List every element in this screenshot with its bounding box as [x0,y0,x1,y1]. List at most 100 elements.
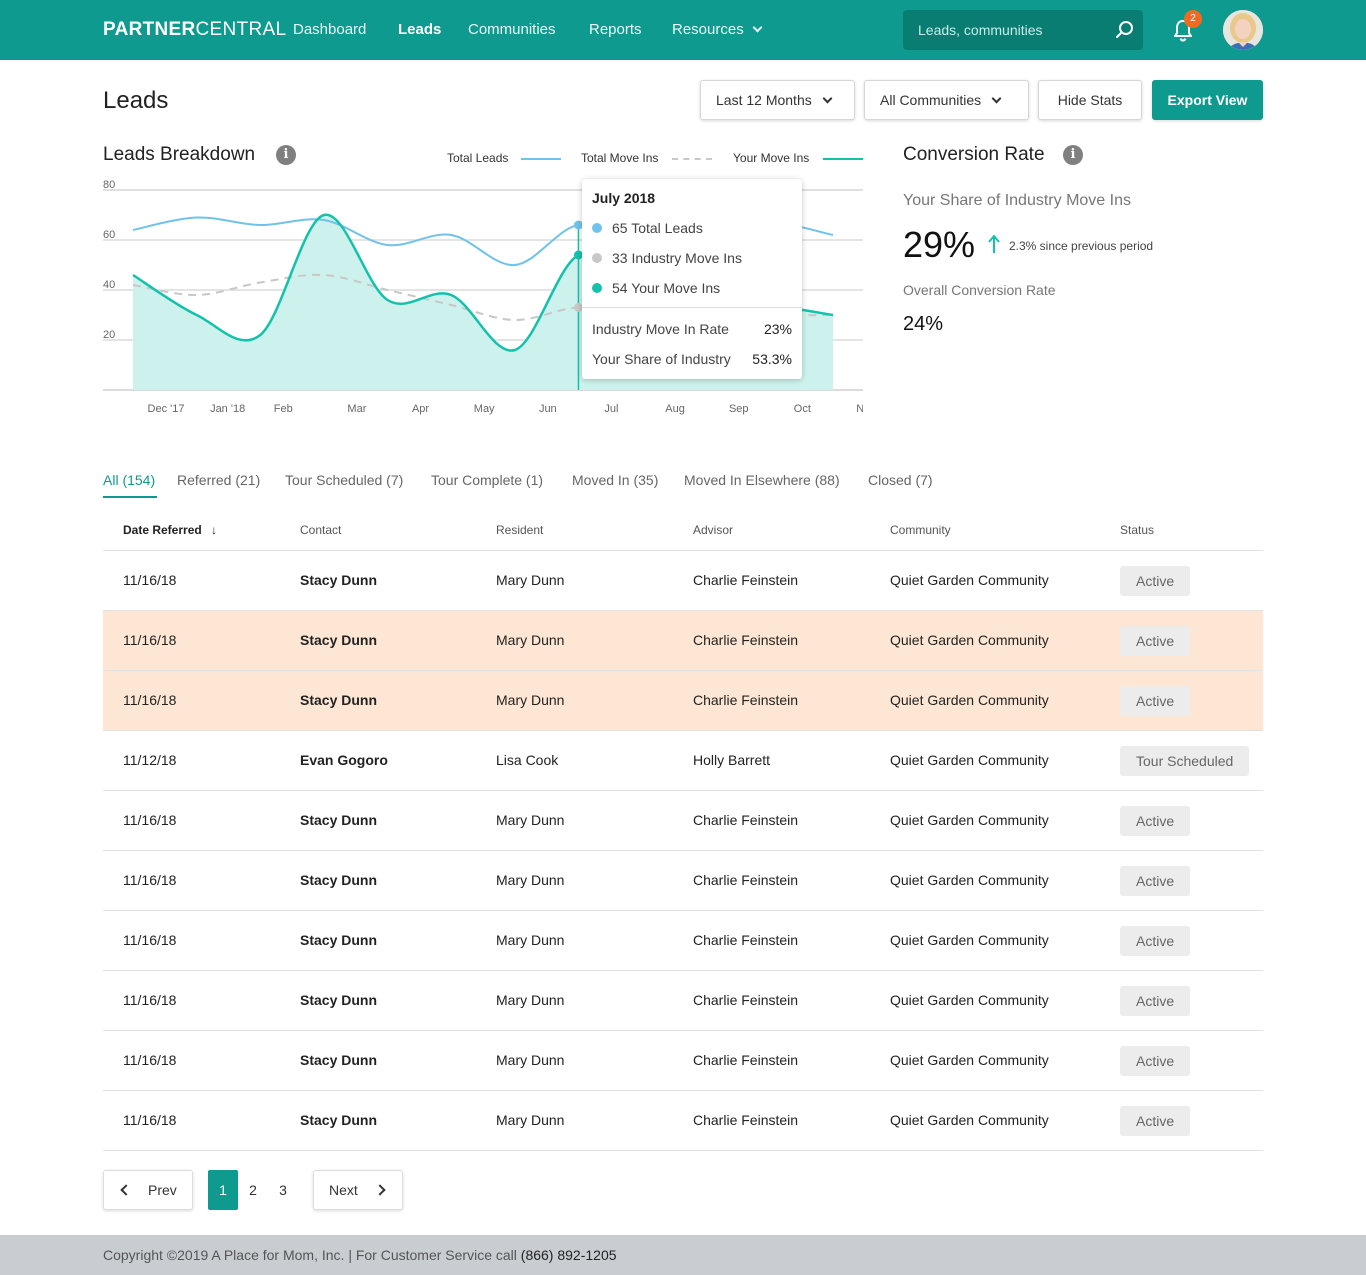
cell-community: Quiet Garden Community [890,812,1049,828]
tooltip-share-value: 53.3% [752,351,792,367]
table-row[interactable]: 11/16/18 Stacy Dunn Mary Dunn Charlie Feins… [103,911,1263,971]
overall-conversion-label: Overall Conversion Rate [903,282,1056,298]
cell-date-referred: 11/16/18 [123,1112,177,1128]
cell-advisor: Charlie Feinstein [693,692,799,708]
community-dropdown[interactable]: All Communities [864,80,1029,120]
x-tick-label: Jul [604,403,618,415]
status-badge: Active [1120,686,1191,716]
page-3-button[interactable]: 3 [268,1170,298,1210]
nav-dashboard[interactable]: Dashboard [293,21,366,38]
next-page-button[interactable]: Next [313,1170,403,1210]
legend-your-move-ins-swatch [823,158,863,160]
partner-central-logo[interactable]: PARTNERCENTRAL [103,19,286,41]
cell-advisor: Charlie Feinstein [693,572,799,588]
search-box [903,10,1143,50]
table-row[interactable]: 11/16/18 Stacy Dunn Mary Dunn Charlie Feins… [103,1091,1263,1151]
chevron-down-icon [752,22,763,33]
chevron-right-icon [374,1184,386,1196]
cell-date-referred: 11/16/18 [123,872,177,888]
cell-resident: Mary Dunn [496,572,565,588]
y-tick-label: 40 [103,279,115,291]
x-tick-label: Feb [274,403,293,415]
total-leads-dot [592,223,602,233]
table-row[interactable]: 11/16/18 Stacy Dunn Mary Dunn Charlie Feins… [103,551,1263,611]
column-header-community[interactable]: Community [890,523,951,537]
prev-page-button[interactable]: Prev [103,1170,193,1210]
cell-contact: Stacy Dunn [300,1112,378,1128]
legend-total-leads-swatch [521,158,561,160]
leads-breakdown-title: Leads Breakdown [103,144,256,165]
tab-all[interactable]: All (154) [103,472,155,488]
page-2-button[interactable]: 2 [238,1170,268,1210]
table-row[interactable]: 11/16/18 Stacy Dunn Mary Dunn Charlie Feins… [103,971,1263,1031]
tab-tour-complete[interactable]: Tour Complete (1) [431,472,543,488]
share-change-text: 2.3% since previous period [1009,239,1154,253]
tab-moved-in[interactable]: Moved In (35) [572,472,658,488]
chevron-down-icon [822,93,833,104]
table-row[interactable]: 11/16/18 Stacy Dunn Mary Dunn Charlie Feins… [103,671,1263,731]
table-row[interactable]: 11/16/18 Stacy Dunn Mary Dunn Charlie Feins… [103,851,1263,911]
x-tick-label: Apr [412,403,429,415]
export-view-button[interactable]: Export View [1152,80,1263,120]
nav-reports[interactable]: Reports [589,21,642,38]
nav-resources[interactable]: Resources [672,21,763,38]
cell-community: Quiet Garden Community [890,932,1049,948]
notification-count-badge: 2 [1184,10,1202,28]
chevron-down-icon [991,93,1002,104]
tab-closed[interactable]: Closed (7) [868,472,933,488]
cell-contact: Evan Gogoro [300,752,388,768]
arrow-up-icon [988,234,1000,253]
tab-moved-in-elsewhere[interactable]: Moved In Elsewhere (88) [684,472,840,488]
cell-contact: Stacy Dunn [300,992,378,1008]
column-header-advisor[interactable]: Advisor [693,523,733,537]
column-header-status[interactable]: Status [1120,523,1154,537]
footer: Copyright ©2019 A Place for Mom, Inc. | … [0,1235,1366,1275]
cell-date-referred: 11/16/18 [123,572,177,588]
column-header-resident[interactable]: Resident [496,523,543,537]
info-icon[interactable]: i [1063,145,1083,165]
nav-leads[interactable]: Leads [398,21,441,38]
cell-date-referred: 11/16/18 [123,992,177,1008]
chevron-left-icon [120,1184,132,1196]
customer-service-phone[interactable]: (866) 892-1205 [521,1247,617,1263]
table-row[interactable]: 11/12/18 Evan Gogoro Lisa Cook Holly Barret… [103,731,1263,791]
cell-community: Quiet Garden Community [890,1112,1049,1128]
cell-advisor: Charlie Feinstein [693,812,799,828]
user-avatar[interactable] [1223,10,1263,50]
table-row[interactable]: 11/16/18 Stacy Dunn Mary Dunn Charlie Feins… [103,1031,1263,1091]
tooltip-rate-label: Industry Move In Rate [592,321,729,337]
tooltip-rate-value: 23% [763,321,792,337]
x-tick-label: Aug [665,403,685,415]
status-badge: Active [1120,1106,1191,1136]
y-tick-label: 60 [103,229,115,241]
cell-date-referred: 11/12/18 [123,752,177,768]
info-icon[interactable]: i [276,145,296,165]
table-row[interactable]: 11/16/18 Stacy Dunn Mary Dunn Charlie Feins… [103,611,1263,671]
tab-tour-scheduled[interactable]: Tour Scheduled (7) [285,472,403,488]
nav-communities[interactable]: Communities [468,21,556,38]
period-dropdown[interactable]: Last 12 Months [700,80,855,120]
status-badge: Active [1120,626,1191,656]
cell-contact: Stacy Dunn [300,692,378,708]
cell-community: Quiet Garden Community [890,632,1049,648]
status-badge: Active [1120,926,1191,956]
cell-resident: Mary Dunn [496,1052,565,1068]
x-tick-label: Mar [347,403,366,415]
search-icon[interactable] [1115,20,1135,40]
cell-resident: Mary Dunn [496,692,565,708]
hide-stats-button[interactable]: Hide Stats [1038,80,1142,120]
column-header-contact[interactable]: Contact [300,523,341,537]
status-badge: Active [1120,866,1191,896]
column-header-date-referred[interactable]: Date Referred ↓ [123,523,217,537]
cell-advisor: Charlie Feinstein [693,632,799,648]
cell-advisor: Charlie Feinstein [693,1052,799,1068]
footer-copyright: Copyright ©2019 A Place for Mom, Inc. | … [103,1247,617,1263]
table-row[interactable]: 11/16/18 Stacy Dunn Mary Dunn Charlie Feins… [103,791,1263,851]
cell-date-referred: 11/16/18 [123,632,177,648]
tab-referred[interactable]: Referred (21) [177,472,260,488]
search-input[interactable] [903,10,1103,50]
tooltip-title: July 2018 [592,190,656,206]
x-tick-label: Jun [539,403,557,415]
industry-move-ins-dot [592,253,602,263]
page-1-button[interactable]: 1 [208,1170,238,1210]
